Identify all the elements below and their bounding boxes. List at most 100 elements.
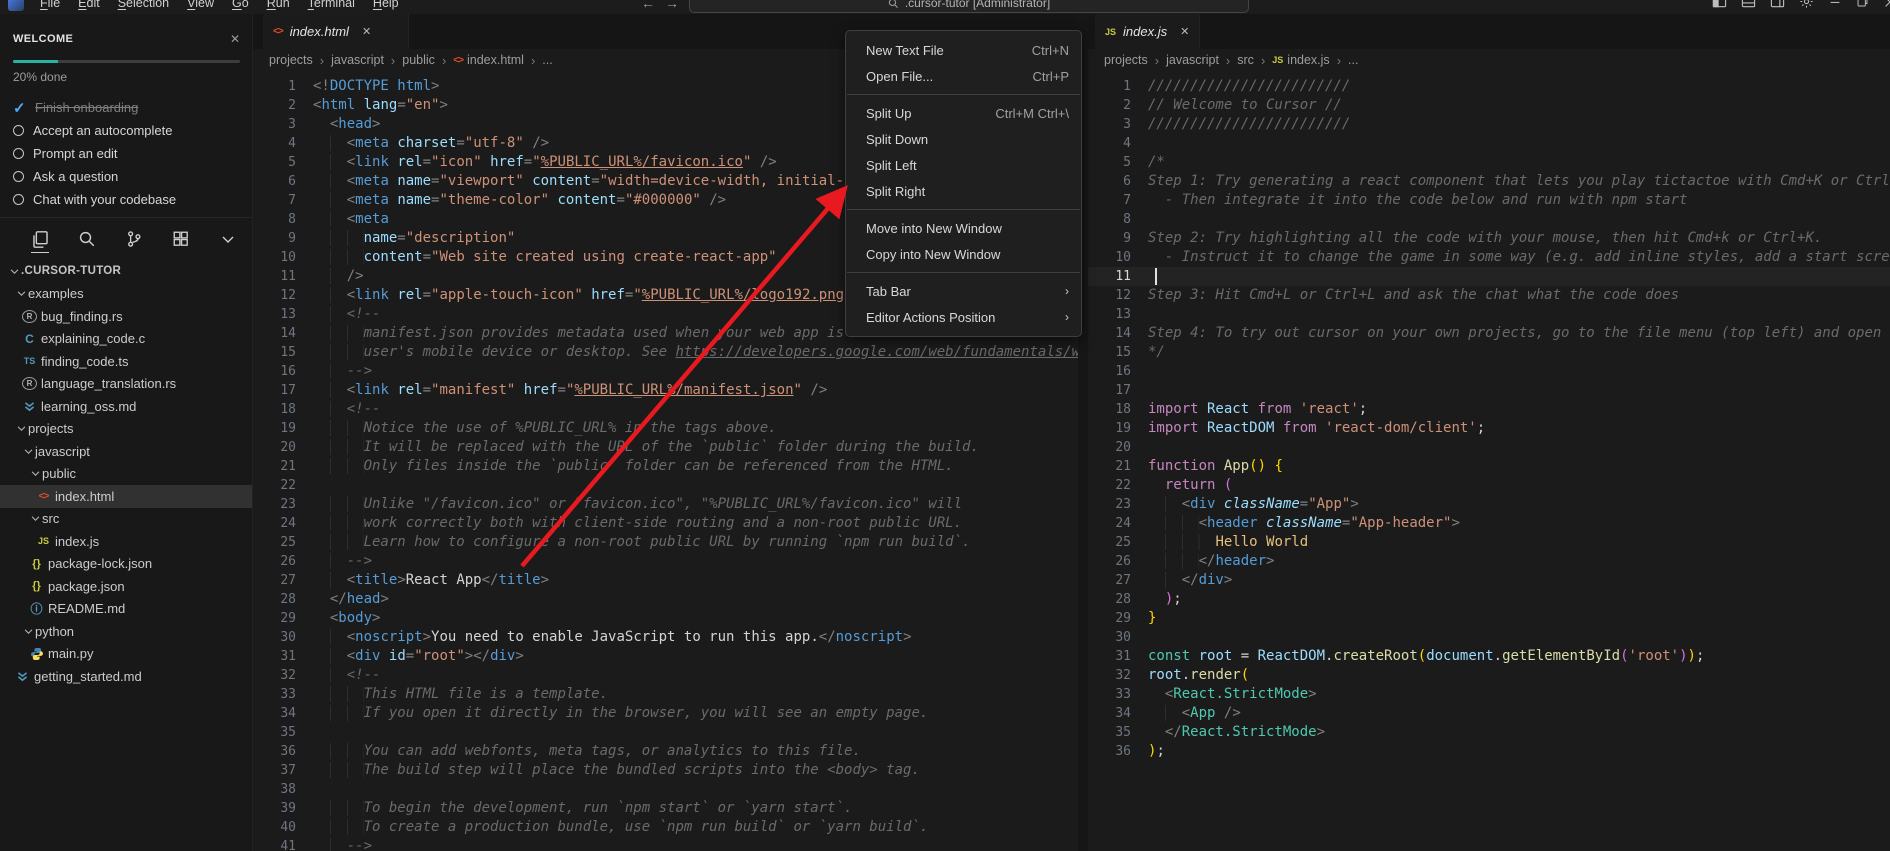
breadcrumb-item[interactable]: javascript xyxy=(331,53,384,67)
welcome-item[interactable]: Accept an autocomplete xyxy=(13,119,240,142)
menu-item-open-file-[interactable]: Open File...Ctrl+P xyxy=(846,63,1081,89)
breadcrumb-item[interactable]: <>index.html xyxy=(453,53,524,67)
indent-guides xyxy=(330,667,347,683)
breadcrumb-item[interactable]: public xyxy=(402,53,435,67)
restore-icon[interactable] xyxy=(1856,0,1869,11)
menu-separator xyxy=(847,94,1080,95)
code-editor-index-js[interactable]: 1////////////////////////2// Welcome to … xyxy=(1088,71,1890,851)
line-text xyxy=(1148,210,1890,229)
text-cursor xyxy=(1155,268,1157,285)
menu-item-new-text-file[interactable]: New Text FileCtrl+N xyxy=(846,37,1081,63)
line-number: 28 xyxy=(1088,590,1148,609)
code-line: 33 This HTML file is a template. xyxy=(253,685,1078,704)
code-line: 17 <link rel="manifest" href="%PUBLIC_UR… xyxy=(253,381,1078,400)
menu-item-split-up[interactable]: Split UpCtrl+M Ctrl+\ xyxy=(846,100,1081,126)
tree-item--cursor-tutor[interactable]: .CURSOR-TUTOR xyxy=(0,260,252,283)
search-icon[interactable] xyxy=(77,229,97,249)
welcome-item[interactable]: Chat with your codebase xyxy=(13,188,240,211)
toggle-sidebar-icon[interactable] xyxy=(1712,0,1727,12)
tree-item-package-json[interactable]: {}package.json xyxy=(0,575,252,598)
tree-item-src[interactable]: src xyxy=(0,508,252,531)
menu-item-split-down[interactable]: Split Down xyxy=(846,126,1081,152)
command-center[interactable]: .cursor-tutor [Administrator] xyxy=(689,0,1249,13)
line-number: 36 xyxy=(1088,742,1148,761)
menu-item-copy-into-new-window[interactable]: Copy into New Window xyxy=(846,241,1081,267)
toggle-panel-icon[interactable] xyxy=(1741,0,1756,12)
tree-item-projects[interactable]: projects xyxy=(0,418,252,441)
menu-go[interactable]: Go xyxy=(224,0,257,13)
tree-item-main-py[interactable]: main.py xyxy=(0,643,252,666)
indent-guides xyxy=(330,382,347,398)
tab-close-icon[interactable]: ✕ xyxy=(1180,25,1189,38)
line-number: 39 xyxy=(253,799,313,818)
tree-item-javascript[interactable]: javascript xyxy=(0,440,252,463)
breadcrumb-item[interactable]: src xyxy=(1237,53,1254,67)
copy-pages-icon[interactable] xyxy=(30,229,50,249)
welcome-item[interactable]: ✓Finish onboarding xyxy=(13,96,240,119)
close-icon[interactable] xyxy=(1883,0,1890,12)
menu-help[interactable]: Help xyxy=(365,0,407,13)
code-line: 6Step 1: Try generating a react componen… xyxy=(1088,172,1890,191)
line-number: 4 xyxy=(253,134,313,153)
menu-terminal[interactable]: Terminal xyxy=(300,0,363,13)
menu-item-move-into-new-window[interactable]: Move into New Window xyxy=(846,215,1081,241)
customize-layout-icon[interactable] xyxy=(1799,0,1814,12)
code-line: 3//////////////////////// xyxy=(1088,115,1890,134)
onboarding-progress-bar xyxy=(13,60,240,63)
tree-item-index-js[interactable]: JSindex.js xyxy=(0,530,252,553)
line-text: Notice the use of %PUBLIC_URL% in the ta… xyxy=(313,419,1078,438)
tree-item-index-html[interactable]: <>index.html xyxy=(0,485,252,508)
minimize-icon[interactable] xyxy=(1828,0,1842,12)
tree-item-examples[interactable]: examples xyxy=(0,283,252,306)
welcome-close-icon[interactable]: ✕ xyxy=(230,32,240,46)
tree-item-getting-started-md[interactable]: getting_started.md xyxy=(0,665,252,688)
tab-index-js[interactable]: JS index.js ✕ xyxy=(1095,14,1200,49)
menu-edit[interactable]: Edit xyxy=(70,0,108,13)
forward-icon[interactable]: → xyxy=(665,0,679,11)
progress-label: 20% done xyxy=(13,70,240,84)
app-logo-icon[interactable] xyxy=(8,0,24,11)
tree-item-language-translation-rs[interactable]: Rlanguage_translation.rs xyxy=(0,373,252,396)
menu-item-split-right[interactable]: Split Right xyxy=(846,178,1081,204)
extensions-icon[interactable] xyxy=(171,229,191,249)
tree-item-readme-md[interactable]: ⓘREADME.md xyxy=(0,598,252,621)
breadcrumb-item[interactable]: JSindex.js xyxy=(1272,53,1329,67)
line-number: 27 xyxy=(1088,571,1148,590)
line-text: */ xyxy=(1148,343,1890,362)
line-number: 14 xyxy=(1088,324,1148,343)
welcome-item[interactable]: Ask a question xyxy=(13,165,240,188)
tree-item-bug-finding-rs[interactable]: Rbug_finding.rs xyxy=(0,305,252,328)
breadcrumb-item[interactable]: ... xyxy=(542,53,552,67)
chevron-down-icon xyxy=(15,288,28,299)
tree-item-package-lock-json[interactable]: {}package-lock.json xyxy=(0,553,252,576)
menu-file[interactable]: File xyxy=(32,0,68,13)
breadcrumb-item[interactable]: javascript xyxy=(1166,53,1219,67)
breadcrumb-item[interactable]: projects xyxy=(1104,53,1148,67)
tab-label: index.js xyxy=(1123,24,1167,39)
menu-view[interactable]: View xyxy=(179,0,222,13)
welcome-item[interactable]: Prompt an edit xyxy=(13,142,240,165)
menu-selection[interactable]: Selection xyxy=(110,0,177,13)
code-line: 23 Unlike "/favicon.ico" or "favicon.ico… xyxy=(253,495,1078,514)
tree-item-python[interactable]: python xyxy=(0,620,252,643)
breadcrumb-item[interactable]: ... xyxy=(1348,53,1358,67)
tree-item-learning-oss-md[interactable]: learning_oss.md xyxy=(0,395,252,418)
breadcrumb-item[interactable]: projects xyxy=(269,53,313,67)
tab-index-html[interactable]: <> index.html ✕ xyxy=(263,14,409,49)
menu-item-split-left[interactable]: Split Left xyxy=(846,152,1081,178)
chevron-down-icon[interactable] xyxy=(218,229,238,249)
menu-item-tab-bar[interactable]: Tab Bar› xyxy=(846,278,1081,304)
tab-close-icon[interactable]: ✕ xyxy=(362,25,371,38)
sidebar: WELCOME ✕ 20% done ✓Finish onboardingAcc… xyxy=(0,14,253,851)
line-text xyxy=(1148,628,1890,647)
menu-item-editor-actions-position[interactable]: Editor Actions Position› xyxy=(846,304,1081,330)
menu-run[interactable]: Run xyxy=(259,0,298,13)
tree-item-public[interactable]: public xyxy=(0,463,252,486)
back-icon[interactable]: ← xyxy=(641,0,655,11)
line-number: 38 xyxy=(253,780,313,799)
source-control-icon[interactable] xyxy=(124,229,144,249)
tree-item-finding-code-ts[interactable]: TSfinding_code.ts xyxy=(0,350,252,373)
tree-item-explaining-code-c[interactable]: Cexplaining_code.c xyxy=(0,328,252,351)
toggle-secondary-sidebar-icon[interactable] xyxy=(1770,0,1785,12)
line-number: 23 xyxy=(253,495,313,514)
